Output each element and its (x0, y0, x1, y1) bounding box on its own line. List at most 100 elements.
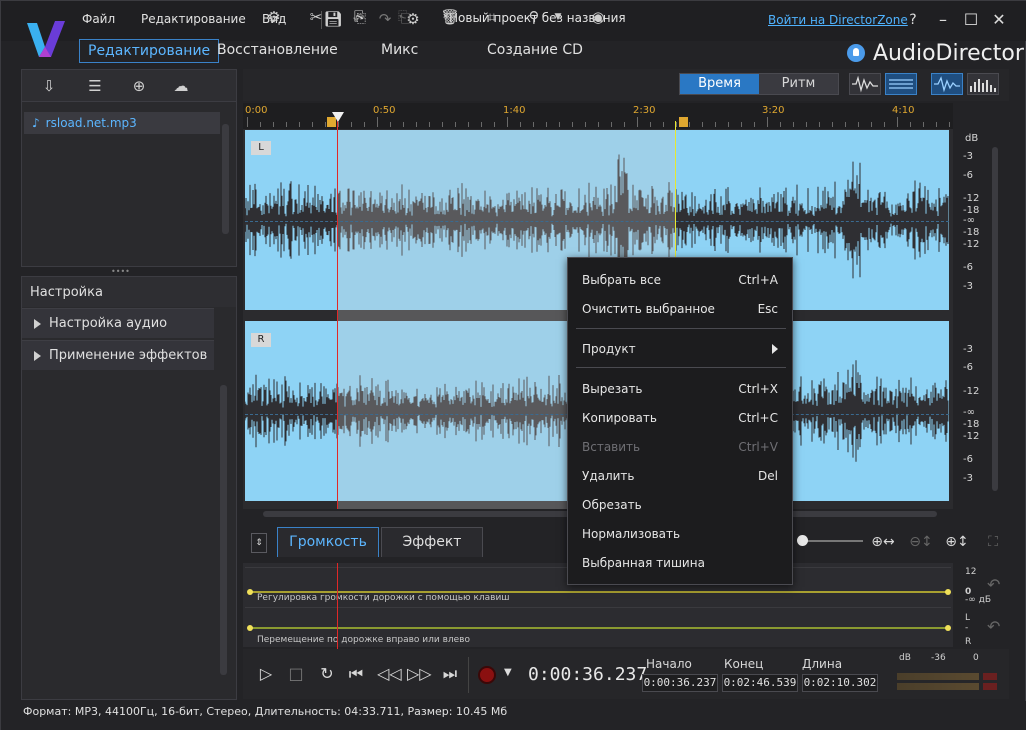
menu-copy[interactable]: Копировать Ctrl+C (582, 406, 778, 430)
library-scrollbar[interactable] (220, 104, 232, 264)
beat-button[interactable]: Ритм (759, 74, 838, 94)
db-label: -12 (963, 431, 980, 442)
selection-end-marker[interactable] (679, 117, 688, 127)
minimize-icon[interactable]: – (933, 10, 953, 30)
spectrum-view-button[interactable] (967, 73, 999, 95)
ruler-tick (832, 122, 833, 127)
fast-forward-icon[interactable]: ▷▷ (407, 663, 432, 685)
cloud-icon[interactable]: ☁ (170, 76, 192, 96)
waveform-select-button[interactable] (885, 73, 917, 95)
record-dropdown-icon[interactable]: ▼ (504, 667, 512, 678)
close-icon[interactable]: ✕ (989, 10, 1009, 30)
scroll-thumb[interactable] (992, 147, 998, 491)
sync-icon[interactable]: ◉ (587, 7, 609, 27)
marker-icon[interactable]: ⚲ (523, 7, 545, 27)
loop-icon[interactable]: ↻ (316, 663, 338, 685)
paste-icon[interactable]: ⎗ (393, 7, 415, 27)
ruler-tick (273, 122, 274, 127)
settings-scrollbar[interactable] (218, 375, 230, 695)
menu-cut[interactable]: Вырезать Ctrl+X (582, 377, 778, 401)
reset-volume-icon[interactable]: ↶ (987, 575, 1000, 594)
go-end-icon[interactable]: ⏭︎ (439, 663, 461, 685)
time-button[interactable]: Время (680, 74, 759, 94)
record-button[interactable] (478, 666, 496, 684)
zoom-slider-track[interactable] (801, 540, 863, 542)
zoom-in-horizontal-icon[interactable]: ⊕↔ (871, 531, 895, 553)
envelope-point[interactable] (945, 589, 951, 595)
menu-item-shortcut: Esc (757, 302, 778, 316)
menu-normalize[interactable]: Нормализовать (582, 522, 778, 546)
ruler-tick (468, 122, 469, 127)
tab-mix[interactable]: Микс (373, 39, 426, 63)
copy-icon[interactable]: ⎘ (349, 7, 371, 27)
login-link[interactable]: Войти на DirectorZone (768, 13, 908, 27)
length-time-field[interactable]: 0:02:10.302 (802, 674, 878, 692)
go-start-icon[interactable]: ⏮︎ (345, 663, 367, 685)
scroll-thumb[interactable] (222, 124, 229, 234)
menu-clear-selection[interactable]: Очистить выбранное Esc (582, 297, 778, 321)
waveform-fit-button[interactable] (849, 73, 881, 95)
library-file-item[interactable]: ♪ rsload.net.mp3 (24, 112, 220, 134)
settings-audio-row[interactable]: Настройка аудио (22, 308, 214, 338)
panel-resize-grip[interactable]: •••• (111, 267, 130, 276)
menu-silence[interactable]: Выбранная тишина (582, 551, 778, 575)
db-label: -18 (963, 419, 980, 430)
reset-pan-icon[interactable]: ↶ (987, 617, 1000, 636)
envelope-point[interactable] (945, 625, 951, 631)
envelope-point[interactable] (247, 589, 253, 595)
end-time-field[interactable]: 0:02:46.539 (722, 674, 798, 692)
stop-icon[interactable]: □ (285, 663, 307, 685)
vertical-scrollbar[interactable] (989, 129, 1001, 509)
menu-delete[interactable]: Удалить Del (582, 464, 778, 488)
scroll-thumb[interactable] (220, 385, 227, 675)
help-button[interactable]: ? (903, 10, 923, 30)
menu-trim[interactable]: Обрезать (582, 493, 778, 517)
status-text: Формат: MP3, 44100Гц, 16-бит, Стерео, Дл… (23, 705, 508, 718)
rewind-icon[interactable]: ◁◁ (377, 663, 402, 685)
properties-icon[interactable]: ⚙ (263, 7, 285, 27)
zoom-fit-icon[interactable]: ⛶ (981, 531, 1005, 553)
import-file-icon[interactable]: ⇩ (38, 76, 60, 96)
library-toolbar: ⇩ ☰ ⊕ ☁ (22, 70, 236, 102)
marker-dropdown-icon[interactable]: ▼ (547, 7, 569, 27)
zoom-out-vertical-icon[interactable]: ⊖↕ (909, 531, 933, 553)
playhead-marker[interactable] (332, 112, 344, 122)
zoom-slider-knob[interactable] (797, 535, 808, 546)
trim-icon[interactable]: ⌗ (481, 7, 503, 27)
volume-lane-hint: Регулировка громкости дорожки с помощью … (257, 593, 510, 603)
start-time-field[interactable]: 0:00:36.237 (642, 674, 718, 692)
left-channel-label[interactable]: L (251, 141, 271, 155)
menu-edit[interactable]: Редактирование (141, 12, 246, 26)
ruler-tick (702, 122, 703, 127)
tab-effect[interactable]: Эффект (381, 527, 483, 557)
menu-paste[interactable]: Вставить Ctrl+V (582, 435, 778, 459)
meter-scale-label: -36 (931, 653, 946, 663)
tab-restore[interactable]: Восстановление (209, 39, 346, 63)
delete-icon[interactable]: 🗑︎ (439, 7, 461, 27)
waveform-view-button[interactable] (931, 73, 963, 95)
playhead[interactable] (337, 115, 338, 509)
play-icon[interactable]: ▷ (255, 663, 277, 685)
web-import-icon[interactable]: ⊕ (128, 76, 150, 96)
settings-effects-row[interactable]: Применение эффектов (22, 340, 214, 370)
tab-volume[interactable]: Громкость (277, 527, 379, 557)
envelope-point[interactable] (247, 625, 253, 631)
maximize-icon[interactable]: ☐ (961, 10, 981, 30)
tab-edit[interactable]: Редактирование (79, 39, 220, 63)
menu-select-all[interactable]: Выбрать все Ctrl+A (582, 268, 778, 292)
menu-file[interactable]: Файл (82, 12, 115, 26)
ruler-tick (455, 122, 456, 127)
menu-item-label: Обрезать (582, 498, 642, 512)
menu-product[interactable]: Продукт (582, 337, 778, 361)
right-channel-label[interactable]: R (251, 333, 271, 347)
pan-envelope[interactable] (249, 627, 947, 629)
zoom-in-vertical-icon[interactable]: ⊕↕ (945, 531, 969, 553)
tab-create-cd[interactable]: Создание CD (479, 39, 591, 63)
import-list-icon[interactable]: ☰ (84, 76, 106, 96)
notification-icon[interactable] (847, 44, 865, 62)
db-label: -6 (963, 262, 973, 273)
collapse-lanes-button[interactable]: ⇕ (251, 533, 267, 553)
redo-icon[interactable]: ↷ (375, 9, 395, 29)
cut-icon[interactable]: ✂ (305, 7, 327, 27)
settings-panel: Настройка Настройка аудио Применение эфф… (21, 276, 237, 700)
